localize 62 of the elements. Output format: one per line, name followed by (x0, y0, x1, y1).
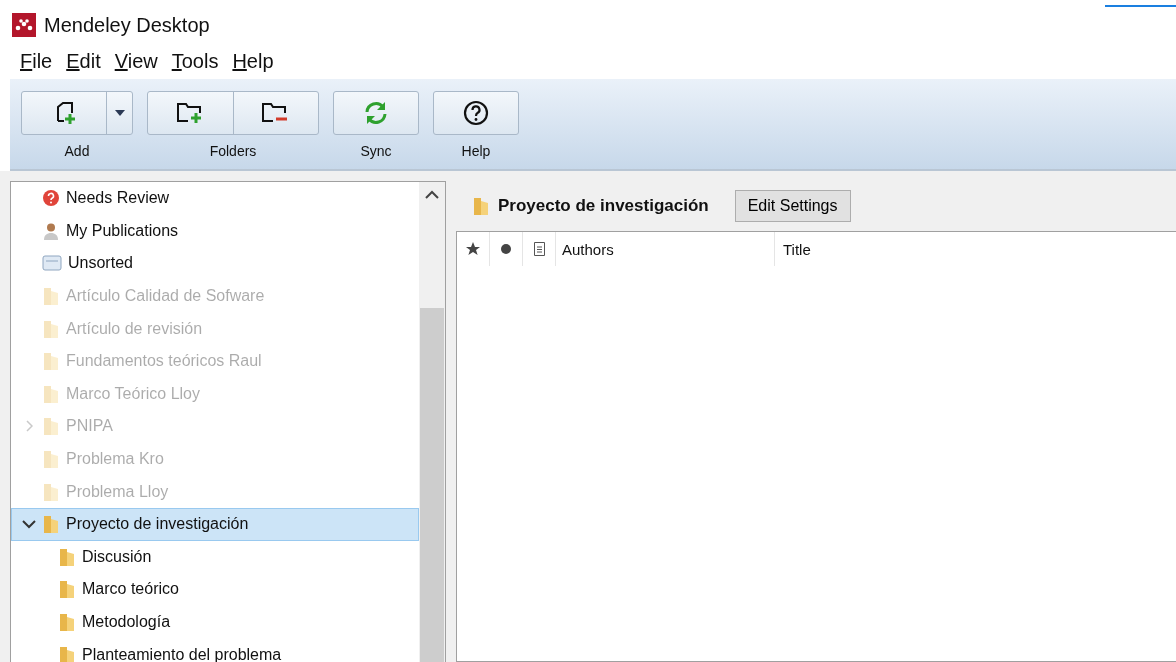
help-icon (463, 100, 489, 126)
item-label: Unsorted (68, 254, 133, 273)
menu-item[interactable]: Help (232, 50, 274, 79)
item-label: PNIPA (66, 417, 113, 436)
item-label: Discusión (82, 547, 152, 566)
sidebar-item[interactable]: Discusión (11, 540, 419, 574)
tray-icon (42, 255, 62, 272)
scrollbar-thumb[interactable] (420, 308, 444, 662)
toolbar-group-label: Folders (209, 143, 257, 159)
dot-icon (501, 244, 511, 254)
folder-icon (58, 579, 76, 600)
item-label: Marco Teórico Lloy (66, 384, 200, 403)
sidebar-item[interactable]: Unsorted (11, 247, 419, 280)
folder-icon (42, 383, 60, 404)
star-icon (466, 242, 480, 256)
menu-item[interactable]: Edit (66, 50, 101, 79)
toolbar-group-label: Sync (360, 143, 392, 159)
folder-icon (58, 546, 76, 567)
caret-icon (114, 110, 125, 116)
sync-icon (363, 100, 389, 126)
folder-icon (58, 612, 76, 632)
folder-icon (42, 318, 60, 339)
folder-icon (58, 644, 76, 662)
sidebar-item[interactable]: Metodología (11, 605, 419, 639)
menu-item[interactable]: View (114, 50, 158, 79)
item-label: Problema Lloy (66, 482, 169, 501)
folder-icon (42, 286, 60, 307)
item-label: Fundamentos teóricos Raul (66, 352, 262, 371)
toolbar-group-label: Help (461, 143, 491, 159)
folder-icon (42, 416, 60, 437)
toolbar-group-label: Add (64, 143, 90, 159)
folder-icon (42, 449, 60, 470)
document-icon (533, 242, 545, 256)
edit-settings-button[interactable]: Edit Settings (734, 190, 851, 222)
app-logo-icon (12, 13, 36, 37)
window-title: Mendeley Desktop (44, 13, 210, 37)
item-label: Artículo de revisión (66, 319, 203, 338)
scroll-up-icon[interactable] (425, 190, 439, 200)
menu-item[interactable]: Tools (171, 50, 219, 79)
item-label: Artículo Calidad de Sofware (66, 287, 265, 306)
collection-title: Proyecto de investigación (498, 196, 709, 216)
folder-icon (472, 195, 490, 217)
item-label: Planteamiento del problema (82, 645, 282, 662)
menu-item[interactable]: File (20, 50, 53, 79)
folder-icon (42, 351, 60, 372)
sidebar-item[interactable]: Needs Review (11, 182, 419, 215)
column-header[interactable]: Title (775, 232, 1176, 266)
item-label: Problema Kro (66, 450, 164, 469)
question-icon (42, 189, 60, 208)
sidebar-item[interactable]: My Publications (11, 214, 419, 248)
column-header[interactable]: Authors (556, 232, 775, 266)
item-label: My Publications (66, 221, 179, 240)
sidebar-item[interactable]: Marco teórico (11, 573, 419, 606)
person-icon (42, 221, 60, 240)
folder-icon (42, 514, 60, 535)
item-label: Marco teórico (82, 580, 179, 599)
sidebar-item[interactable]: Proyecto de investigación (11, 507, 419, 541)
item-label: Metodología (82, 613, 171, 631)
sidebar-item[interactable]: Planteamiento del problema (11, 638, 419, 662)
item-label: Proyecto de investigación (66, 515, 249, 534)
item-label: Needs Review (66, 189, 170, 208)
folder-icon (42, 481, 60, 502)
